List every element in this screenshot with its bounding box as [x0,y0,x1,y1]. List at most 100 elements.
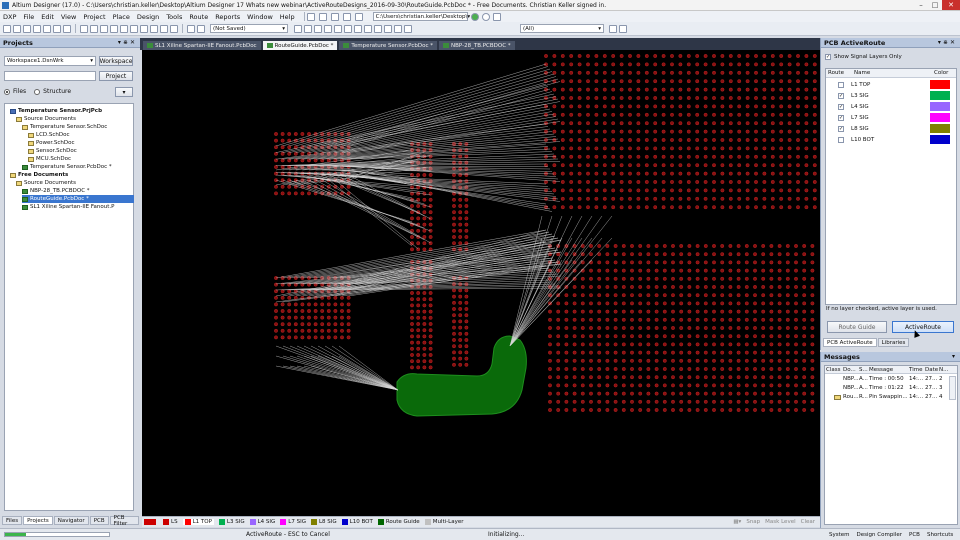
move-icon[interactable] [130,24,138,33]
pad-place-icon[interactable] [344,24,352,33]
select-icon[interactable] [354,12,363,21]
home-icon[interactable] [492,12,501,21]
layer-color-swatch[interactable] [930,135,950,144]
messages-scrollbar[interactable] [949,376,956,400]
route-icon[interactable] [306,12,315,21]
panel-controls[interactable]: ▾⋇✕ [938,39,957,46]
redo-icon[interactable] [170,24,178,33]
undo-icon[interactable] [160,24,168,33]
tree-item[interactable]: RouteGuide.PcbDoc * [22,195,134,203]
layer-tab-multi-layer[interactable]: Multi-Layer [424,519,463,525]
tree-item[interactable]: LCD.SchDoc [28,131,70,139]
tree-item[interactable]: Power.SchDoc [28,139,75,147]
zoom-icon[interactable] [43,24,51,33]
pcb-canvas[interactable] [142,50,820,516]
save-state-combo[interactable]: (Not Saved) ▾ [210,24,288,33]
menu-design[interactable]: Design [137,13,159,21]
clear-filter-icon[interactable] [150,24,158,33]
layer-row[interactable]: ✓ L7 SIG [826,112,954,123]
menu-file[interactable]: File [23,13,34,21]
menu-route[interactable]: Route [189,13,208,21]
system-button[interactable]: System [826,530,853,539]
layer-color-swatch[interactable] [930,91,950,100]
new-icon[interactable] [3,24,11,33]
pcb-board[interactable] [142,50,820,516]
menu-project[interactable]: Project [83,13,105,21]
layer-row[interactable]: ✓ L3 SIG [826,90,954,101]
forward-icon[interactable] [481,12,490,21]
filter-combo[interactable]: (All) ▾ [520,24,604,33]
layer-tab-l8-sig[interactable]: L8 SIG [310,519,337,525]
crossprobe-icon[interactable] [187,24,195,33]
component-place-icon[interactable] [374,24,382,33]
layer-color-swatch[interactable] [930,80,950,89]
checkbox-unchecked[interactable] [838,81,844,88]
save-icon[interactable] [23,24,31,33]
tab-navigator[interactable]: Navigator [53,516,89,525]
tab-doc-spartan[interactable]: SL1 Xiline Spartan-IIE Fanout.PcbDoc [143,41,261,50]
menu-view[interactable]: View [61,13,76,21]
tab-doc-routeguide[interactable]: RouteGuide.PcbDoc * [262,41,338,50]
checkbox-unchecked[interactable] [838,136,844,143]
radio-files[interactable] [4,88,10,95]
grid-icon[interactable] [342,12,351,21]
tree-item[interactable]: Temperature Sensor.PrjPcb [10,107,102,115]
activeroute-button[interactable]: ActiveRoute [892,321,954,333]
checkbox-checked[interactable]: ✓ [838,92,844,99]
layer-tab-l7-sig[interactable]: L7 SIG [280,519,306,525]
layer-color-swatch[interactable] [930,102,950,111]
tab-libraries[interactable]: Libraries [877,338,910,347]
radio-structure[interactable] [34,88,41,95]
panel-controls[interactable]: ▾⋇✕ [118,39,137,46]
pad-icon[interactable] [318,12,327,21]
tab-pcb-filter[interactable]: PCB Filter [109,515,139,527]
tree-item[interactable]: NBP-28_TB.PCBDOC * [22,187,90,195]
checkbox-checked[interactable]: ✓ [838,103,844,110]
project-search-input[interactable] [4,71,96,81]
mask-level-button[interactable]: Mask Level [765,519,795,525]
project-button[interactable]: Project [99,71,133,81]
tree-item[interactable]: Sensor.SchDoc [28,147,77,155]
zoom-fit-icon[interactable] [53,24,61,33]
path-combo[interactable]: C:\Users\christian.keller\Desktop\ ▾ [372,12,470,21]
tree-item[interactable]: Temperature Sensor.SchDoc [22,123,107,131]
workspace-combo[interactable]: Workspace1.DsnWrk ▾ [4,56,96,66]
layer-row[interactable]: ✓ L4 SIG [826,101,954,112]
interactive-route-icon[interactable] [294,24,302,33]
tree-item[interactable]: Source Documents [16,179,76,187]
tree-item[interactable]: Temperature Sensor.PcbDoc * [22,163,112,171]
rubber-stamp-icon[interactable] [110,24,118,33]
checkbox-checked[interactable]: ✓ [838,114,844,121]
cut-icon[interactable] [80,24,88,33]
via-icon[interactable] [354,24,362,33]
shortcuts-button[interactable]: Shortcuts [924,530,956,539]
layer-set-button[interactable]: LS [163,519,178,525]
tree-item[interactable]: MCU.SchDoc [28,155,71,163]
layer-color-swatch[interactable] [930,113,950,122]
checkbox-checked[interactable]: ✓ [825,54,831,60]
minimize-icon[interactable]: – [914,0,928,10]
tab-doc-tempsensor[interactable]: Temperature Sensor.PcbDoc * [339,41,438,50]
filter-apply-icon[interactable] [609,24,617,33]
paste-icon[interactable] [100,24,108,33]
pcb-button[interactable]: PCB [906,530,923,539]
layer-tab-l3-sig[interactable]: L3 SIG [218,519,245,525]
workspace-button[interactable]: Workspace [99,56,133,66]
clear-button[interactable]: Clear [801,519,815,525]
coordinate-icon[interactable] [394,24,402,33]
layer-row[interactable]: L10 BOT [826,134,954,145]
menu-window[interactable]: Window [247,13,273,21]
deselect-icon[interactable] [140,24,148,33]
zoom-area-icon[interactable] [63,24,71,33]
tab-doc-nbp[interactable]: NBP-28_TB.PCBDOC * [439,41,515,50]
text-icon[interactable] [384,24,392,33]
keepout-icon[interactable] [404,24,412,33]
design-compiler-button[interactable]: Design Compiler [854,530,906,539]
tree-item[interactable]: SL1 Xiline Spartan-IIE Fanout.P [22,203,114,211]
menu-place[interactable]: Place [113,13,130,21]
menu-tools[interactable]: Tools [166,13,182,21]
close-icon[interactable]: ✕ [942,0,960,10]
tree-item[interactable]: Source Documents [16,115,76,123]
filter-clear-icon[interactable] [619,24,627,33]
tab-pcb[interactable]: PCB [89,516,109,525]
